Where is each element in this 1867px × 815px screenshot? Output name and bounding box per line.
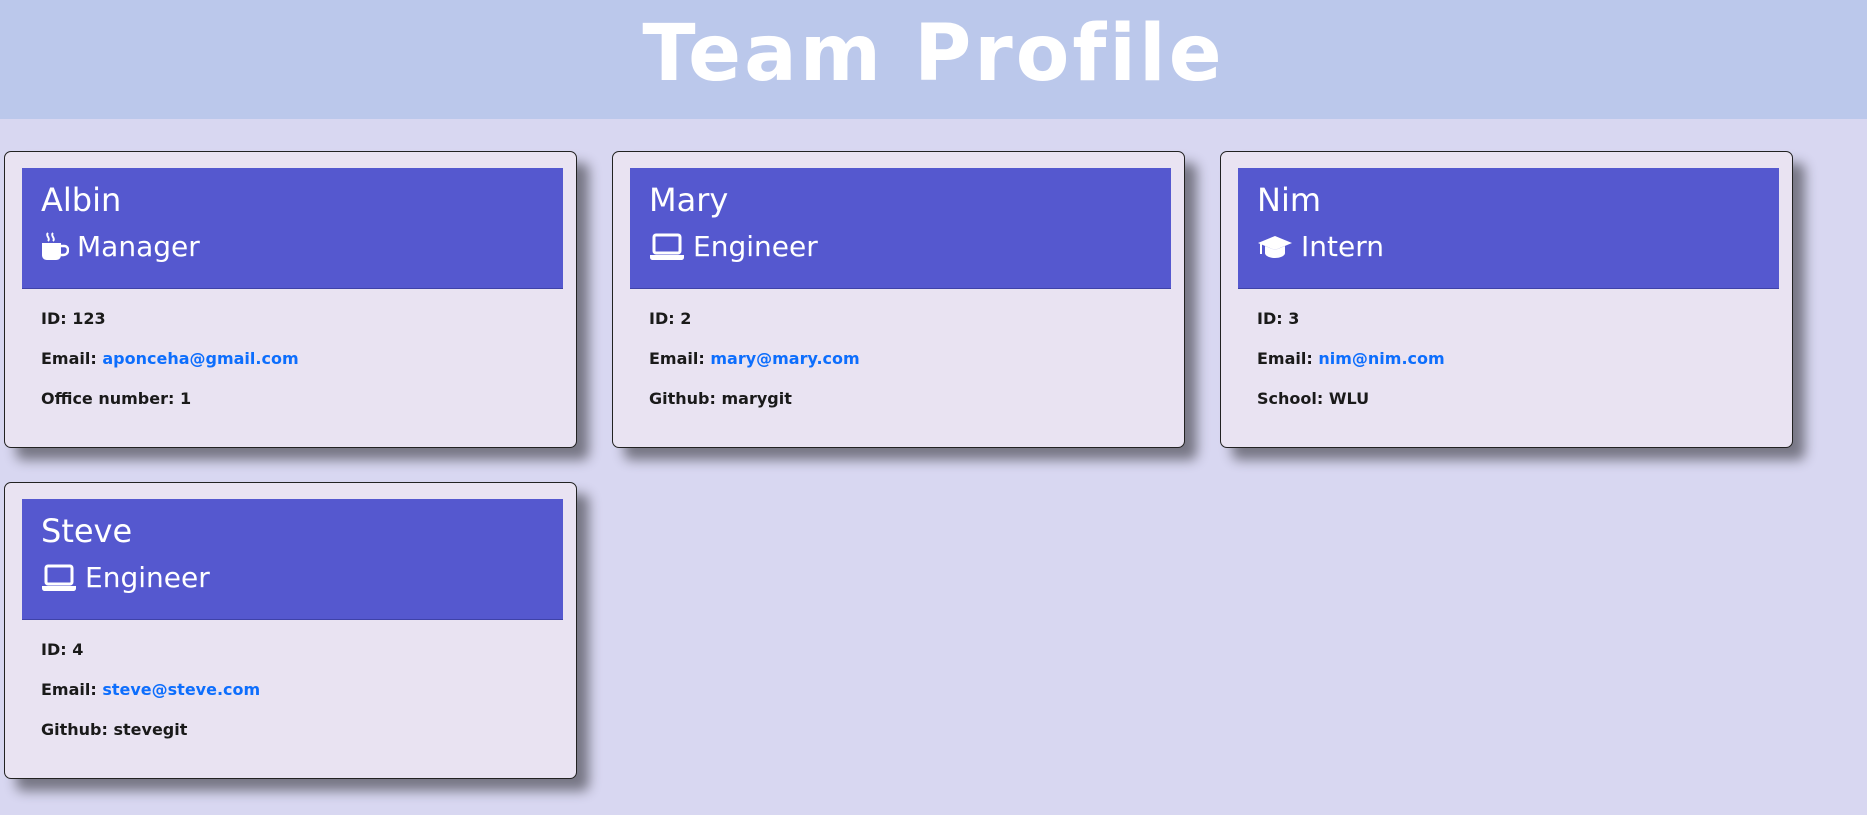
employee-email-row: Email: steve@steve.com <box>41 679 260 719</box>
email-label: Email: <box>1257 349 1313 368</box>
email-link[interactable]: mary@mary.com <box>710 349 859 368</box>
employee-card-intern: Nim Intern ID: 3 Email: nim@nim.com Scho… <box>1220 151 1793 448</box>
employee-github-row: Github: stevegit <box>41 719 260 759</box>
employee-office-row: Office number: 1 <box>41 388 299 428</box>
page-header: Team Profile <box>0 0 1867 119</box>
card-header: Albin Manager <box>22 168 563 289</box>
email-label: Email: <box>41 680 97 699</box>
employee-email-row: Email: nim@nim.com <box>1257 348 1445 388</box>
employee-email-row: Email: mary@mary.com <box>649 348 860 388</box>
email-link[interactable]: steve@steve.com <box>102 680 260 699</box>
employee-role: Manager <box>41 227 200 267</box>
role-label: Engineer <box>693 230 818 263</box>
mug-hot-icon <box>41 232 69 262</box>
role-label: Intern <box>1301 230 1384 263</box>
email-label: Email: <box>649 349 705 368</box>
github-value: stevegit <box>113 720 188 739</box>
employee-card-engineer: Steve Engineer ID: 4 Email: steve@steve.… <box>4 482 577 779</box>
email-link[interactable]: nim@nim.com <box>1318 349 1444 368</box>
employee-id: ID: 3 <box>1257 309 1300 328</box>
github-label: Github: <box>41 720 108 739</box>
github-label: Github: <box>649 389 716 408</box>
employee-role: Engineer <box>649 227 818 267</box>
employee-name: Mary <box>649 181 729 219</box>
graduation-cap-icon <box>1257 233 1293 261</box>
role-label: Manager <box>77 230 200 263</box>
laptop-icon <box>41 564 77 592</box>
card-header: Steve Engineer <box>22 499 563 620</box>
card-header: Nim Intern <box>1238 168 1779 289</box>
card-body: ID: 2 Email: mary@mary.com Github: maryg… <box>649 308 860 428</box>
email-link[interactable]: aponceha@gmail.com <box>102 349 298 368</box>
employee-role: Engineer <box>41 558 210 598</box>
school-value: WLU <box>1328 389 1370 408</box>
card-body: ID: 4 Email: steve@steve.com Github: ste… <box>41 639 260 759</box>
employee-id: ID: 2 <box>649 309 692 328</box>
employee-card-manager: Albin Manager ID: 123 Email: aponceha@gm… <box>4 151 577 448</box>
employee-card-engineer: Mary Engineer ID: 2 Email: mary@mary.com… <box>612 151 1185 448</box>
employee-school-row: School: WLU <box>1257 388 1445 428</box>
office-value: 1 <box>179 389 192 408</box>
employee-name: Albin <box>41 181 122 219</box>
employee-id: ID: 4 <box>41 640 84 659</box>
employee-role: Intern <box>1257 227 1384 267</box>
employee-email-row: Email: aponceha@gmail.com <box>41 348 299 388</box>
employee-github-row: Github: marygit <box>649 388 860 428</box>
school-label: School: <box>1257 389 1324 408</box>
office-label: Office number: <box>41 389 175 408</box>
employee-name: Nim <box>1257 181 1321 219</box>
card-body: ID: 3 Email: nim@nim.com School: WLU <box>1257 308 1445 428</box>
card-header: Mary Engineer <box>630 168 1171 289</box>
page-title: Team Profile <box>642 8 1225 99</box>
laptop-icon <box>649 233 685 261</box>
employee-name: Steve <box>41 512 133 550</box>
card-body: ID: 123 Email: aponceha@gmail.com Office… <box>41 308 299 428</box>
github-value: marygit <box>721 389 792 408</box>
employee-id: ID: 123 <box>41 309 106 328</box>
role-label: Engineer <box>85 561 210 594</box>
email-label: Email: <box>41 349 97 368</box>
